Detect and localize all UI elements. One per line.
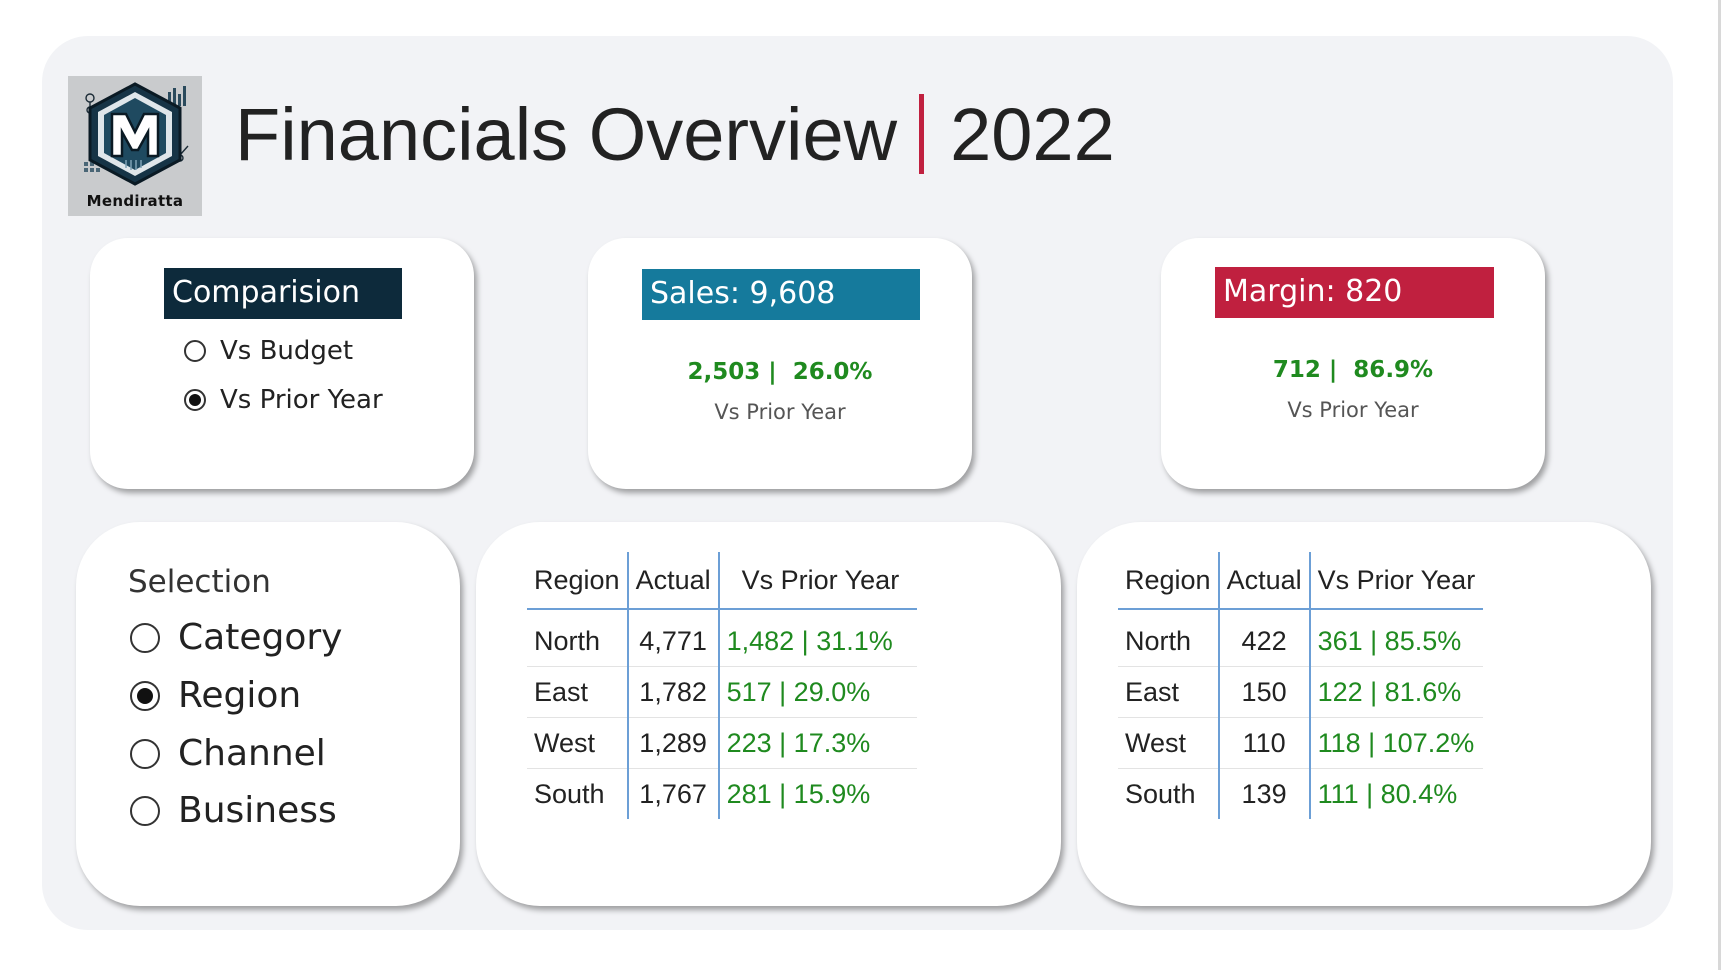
cell-vs-prior-year: 361 | 85.5% [1309, 609, 1484, 667]
cell-vs-prior-year: 118 | 107.2% [1309, 717, 1484, 769]
radio-vs-prior-year[interactable]: Vs Prior Year [184, 385, 383, 415]
cell-region: North [527, 609, 629, 667]
cell-region: North [1118, 609, 1220, 667]
table-row[interactable]: West 1,289 223 | 17.3% [527, 717, 918, 769]
radio-label: Category [178, 617, 343, 658]
margin-kpi-change: 712 | 86.9% [1272, 357, 1434, 383]
sales-kpi-label: Vs Prior Year [714, 400, 846, 424]
sales-kpi-header: Sales: 9,608 [642, 269, 920, 320]
margin-kpi-header: Margin: 820 [1215, 267, 1494, 318]
cell-actual: 139 [1218, 768, 1311, 819]
sales-kpi-change: 2,503 | 26.0% [687, 359, 873, 385]
cell-actual: 110 [1218, 717, 1311, 769]
cell-actual: 150 [1218, 666, 1311, 718]
radio-button[interactable] [184, 340, 206, 362]
radio-business[interactable]: Business [130, 790, 337, 831]
logo-caption: Mendiratta [86, 192, 184, 210]
radio-button-selected[interactable] [130, 680, 160, 711]
radio-region[interactable]: Region [130, 675, 301, 716]
table-row[interactable]: North 422 361 | 85.5% [1118, 609, 1484, 667]
table-row[interactable]: East 1,782 517 | 29.0% [527, 666, 918, 718]
table-row[interactable]: West 110 118 | 107.2% [1118, 717, 1484, 769]
column-header-actual[interactable]: Actual [627, 552, 720, 610]
cell-vs-prior-year: 111 | 80.4% [1317, 778, 1458, 809]
sales-table-card: Region Actual Vs Prior Year North 4,771 … [476, 522, 1061, 906]
cell-vs-prior-year: 281 | 15.9% [726, 778, 871, 809]
cell-region: East [1118, 666, 1220, 718]
cell-actual: 1,767 [627, 768, 720, 819]
margin-kpi-card: Margin: 820 712 | 86.9% Vs Prior Year [1161, 238, 1545, 489]
sales-region-table: Region Actual Vs Prior Year North 4,771 … [527, 552, 918, 819]
radio-vs-budget[interactable]: Vs Budget [184, 336, 353, 366]
column-header-region[interactable]: Region [1118, 552, 1220, 610]
page-title: Financials Overview 2022 [235, 92, 1115, 178]
margin-table-card: Region Actual Vs Prior Year North 422 36… [1077, 522, 1651, 906]
title-separator [919, 94, 925, 174]
logo-emblem-icon [84, 82, 189, 186]
selection-card: Selection Category Region Channel Busine… [76, 522, 460, 906]
sales-kpi-card: Sales: 9,608 2,503 | 26.0% Vs Prior Year [588, 238, 972, 489]
radio-label: Channel [178, 733, 326, 774]
cell-vs-prior-year: 122 | 81.6% [1309, 666, 1484, 718]
cell-actual: 4,771 [627, 609, 720, 667]
margin-kpi-label: Vs Prior Year [1287, 398, 1419, 422]
cell-vs-prior-year: 1,482 | 31.1% [718, 609, 918, 667]
table-row[interactable]: South 139 111 | 80.4% [1118, 768, 1483, 819]
cell-actual: 1,289 [627, 717, 720, 769]
column-header-vs-prior-year[interactable]: Vs Prior Year [1309, 552, 1484, 610]
comparison-header: Comparision [164, 268, 402, 319]
title-year: 2022 [950, 93, 1115, 176]
radio-label: Business [178, 790, 337, 831]
cell-region: West [527, 717, 629, 769]
column-header-region[interactable]: Region [527, 552, 629, 610]
table-row[interactable]: South 1,767 281 | 15.9% [527, 768, 917, 819]
comparison-card: Comparision Vs Budget Vs Prior Year [90, 238, 474, 489]
cell-vs-prior-year: 517 | 29.0% [718, 666, 918, 718]
radio-button-selected[interactable] [184, 389, 206, 411]
table-header-row: Region Actual Vs Prior Year [527, 552, 918, 610]
selection-title: Selection [128, 564, 271, 600]
company-logo: Mendiratta [68, 76, 202, 216]
radio-label: Vs Prior Year [220, 385, 383, 415]
radio-label: Region [178, 675, 302, 716]
radio-label: Vs Budget [220, 336, 354, 366]
scrollbar[interactable] [1718, 0, 1721, 970]
radio-category[interactable]: Category [130, 617, 342, 658]
margin-region-table: Region Actual Vs Prior Year North 422 36… [1118, 552, 1484, 819]
cell-region: East [527, 666, 629, 718]
radio-channel[interactable]: Channel [130, 733, 326, 774]
column-header-actual[interactable]: Actual [1218, 552, 1311, 610]
table-row[interactable]: North 4,771 1,482 | 31.1% [527, 609, 918, 667]
title-text: Financials Overview [235, 93, 898, 176]
radio-button[interactable] [130, 622, 160, 653]
cell-region: West [1118, 717, 1220, 769]
table-row[interactable]: East 150 122 | 81.6% [1118, 666, 1484, 718]
cell-actual: 1,782 [627, 666, 720, 718]
column-header-vs-prior-year[interactable]: Vs Prior Year [718, 552, 918, 610]
table-header-row: Region Actual Vs Prior Year [1118, 552, 1484, 610]
cell-region: South [1118, 768, 1220, 819]
cell-actual: 422 [1218, 609, 1311, 667]
radio-button[interactable] [130, 738, 160, 769]
cell-vs-prior-year: 223 | 17.3% [718, 717, 918, 769]
radio-button[interactable] [130, 795, 160, 826]
cell-region: South [527, 768, 629, 819]
